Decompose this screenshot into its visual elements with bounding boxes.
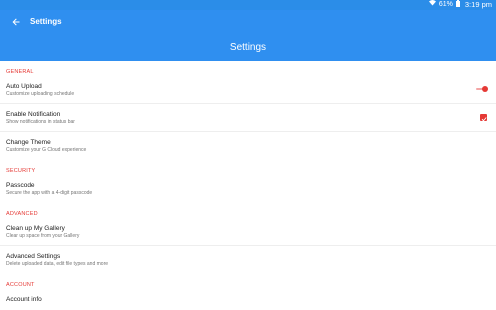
pref-summary: Customize your G Cloud experience — [6, 147, 87, 153]
pref-summary: Secure the app with a 4-digit passcode — [6, 190, 93, 196]
pref-title: Change Theme — [6, 139, 51, 146]
settings-list: GENERAL Auto Upload Customize uploading … — [0, 61, 496, 310]
pref-summary: Show notifications in status bar — [6, 119, 75, 125]
pref-summary: Clear up space from your Gallery — [6, 233, 80, 239]
check-icon — [481, 109, 487, 127]
pref-account-info[interactable]: Account info — [0, 289, 496, 310]
wifi-icon — [428, 0, 436, 10]
pref-title: Passcode — [6, 182, 35, 189]
battery-icon — [455, 0, 460, 11]
page-title: Settings — [229, 42, 267, 53]
pref-passcode[interactable]: Passcode Secure the app with a 4-digit p… — [0, 175, 496, 203]
pref-title: Enable Notification — [6, 111, 61, 118]
status-time: 3:19 pm — [464, 0, 492, 9]
section-header-advanced: ADVANCED — [6, 211, 38, 217]
status-bar: 61% 3:19 pm — [0, 0, 496, 10]
pref-title: Clean up My Gallery — [6, 225, 65, 232]
toolbar-title: Settings — [30, 17, 62, 26]
pref-title: Account info — [6, 296, 42, 303]
arrow-back-icon — [12, 13, 20, 31]
back-button[interactable] — [8, 14, 24, 30]
auto-upload-switch[interactable] — [476, 86, 488, 92]
section-header-security: SECURITY — [6, 168, 36, 174]
pref-enable-notification[interactable]: Enable Notification Show notifications i… — [0, 104, 496, 132]
notification-checkbox[interactable] — [480, 114, 487, 121]
pref-title: Advanced Settings — [6, 253, 61, 260]
pref-title: Auto Upload — [6, 83, 42, 90]
section-header-general: GENERAL — [6, 69, 34, 75]
switch-thumb — [482, 86, 488, 92]
pref-clean-up-gallery[interactable]: Clean up My Gallery Clear up space from … — [0, 218, 496, 246]
app-bar: Settings Settings — [0, 10, 496, 61]
pref-change-theme[interactable]: Change Theme Customize your G Cloud expe… — [0, 132, 496, 160]
pref-summary: Delete uploaded data, edit file types an… — [6, 261, 109, 267]
pref-advanced-settings[interactable]: Advanced Settings Delete uploaded data, … — [0, 246, 496, 274]
pref-auto-upload[interactable]: Auto Upload Customize uploading schedule — [0, 76, 496, 104]
pref-summary: Customize uploading schedule — [6, 91, 75, 97]
section-header-account: ACCOUNT — [6, 282, 35, 288]
battery-percent: 61% — [438, 1, 453, 8]
